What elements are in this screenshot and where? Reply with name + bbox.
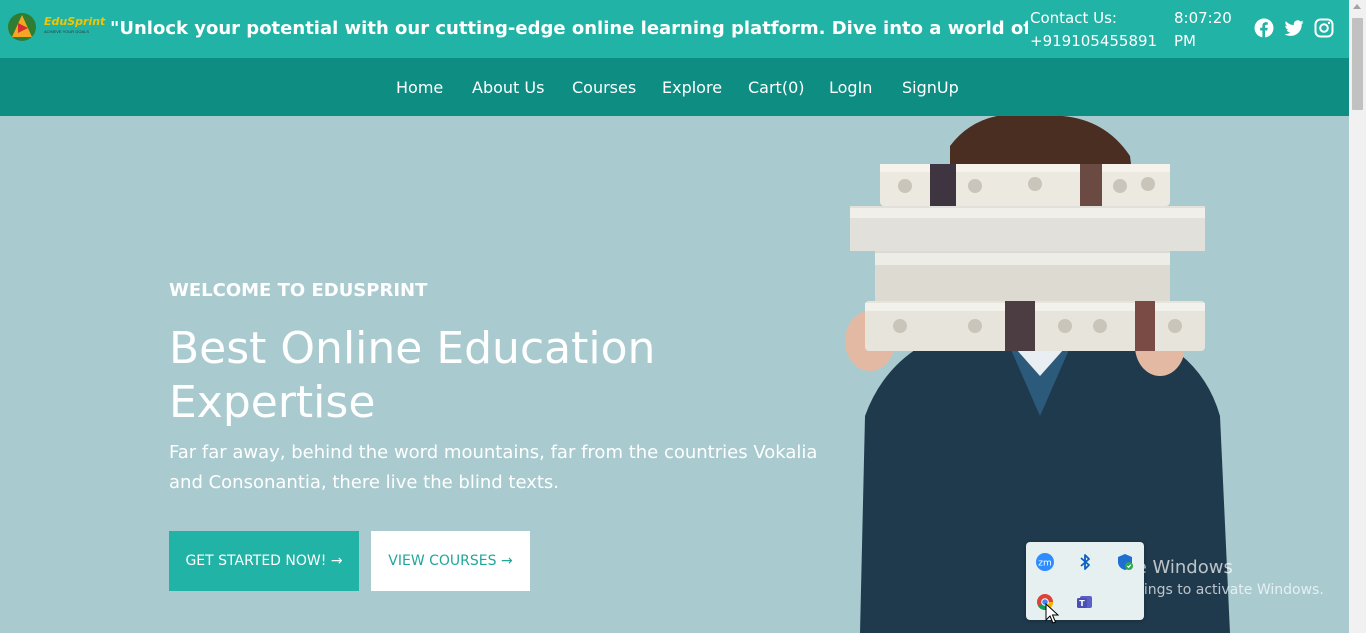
svg-text:T: T bbox=[1079, 599, 1085, 608]
nav-home[interactable]: Home bbox=[396, 78, 443, 97]
nav-explore[interactable]: Explore bbox=[662, 78, 722, 97]
get-started-button[interactable]: GET STARTED NOW! → bbox=[169, 531, 359, 591]
hero-description: Far far away, behind the word mountains,… bbox=[169, 442, 818, 493]
scroll-thumb[interactable] bbox=[1352, 18, 1363, 110]
nav-about-us[interactable]: About Us bbox=[472, 78, 544, 97]
logo-tagline: ACHIEVE YOUR GOALS bbox=[44, 29, 90, 34]
hero-headline: Best Online Education Expertise bbox=[169, 323, 656, 428]
logo-text: EduSprint bbox=[44, 15, 106, 28]
contact-info: Contact Us: +919105455891 bbox=[1030, 7, 1157, 53]
hero-section: WELCOME TO EDUSPRINT Best Online Educati… bbox=[0, 116, 1349, 633]
nav-courses[interactable]: Courses bbox=[572, 78, 636, 97]
hero-welcome: WELCOME TO EDUSPRINT bbox=[169, 280, 428, 301]
twitter-icon[interactable] bbox=[1284, 18, 1304, 38]
view-courses-button[interactable]: VIEW COURSES → bbox=[371, 531, 530, 591]
nav-signup[interactable]: SignUp bbox=[902, 78, 959, 97]
scroll-up-icon[interactable] bbox=[1353, 4, 1361, 9]
nav-cart[interactable]: Cart(0) bbox=[748, 78, 805, 97]
system-tray-popup: zm T bbox=[1026, 542, 1144, 620]
marquee-text: "Unlock your potential with our cutting-… bbox=[110, 18, 1028, 39]
main-nav: Home About Us Courses Explore Cart(0) Lo… bbox=[0, 58, 1349, 116]
zoom-icon[interactable]: zm bbox=[1035, 552, 1055, 572]
contact-phone[interactable]: +919105455891 bbox=[1030, 30, 1157, 53]
svg-text:zm: zm bbox=[1038, 559, 1052, 569]
clock-ampm: PM bbox=[1174, 32, 1196, 50]
teams-icon[interactable]: T bbox=[1075, 592, 1095, 612]
mouse-cursor-icon bbox=[1045, 603, 1059, 624]
instagram-icon[interactable] bbox=[1314, 18, 1334, 38]
site-logo[interactable]: EduSprint ACHIEVE YOUR GOALS bbox=[6, 11, 105, 43]
defender-icon[interactable] bbox=[1115, 552, 1135, 572]
clock: 8:07:20 PM bbox=[1174, 7, 1234, 53]
bluetooth-icon[interactable] bbox=[1075, 552, 1095, 572]
top-bar: EduSprint ACHIEVE YOUR GOALS "Unlock you… bbox=[0, 0, 1349, 58]
facebook-icon[interactable] bbox=[1254, 18, 1274, 38]
logo-mark-icon bbox=[8, 13, 36, 41]
page-scrollbar[interactable] bbox=[1349, 0, 1366, 633]
announcement-marquee: "Unlock your potential with our cutting-… bbox=[108, 0, 1028, 58]
nav-login[interactable]: LogIn bbox=[829, 78, 872, 97]
contact-label: Contact Us: bbox=[1030, 9, 1117, 27]
clock-time: 8:07:20 bbox=[1174, 9, 1232, 27]
